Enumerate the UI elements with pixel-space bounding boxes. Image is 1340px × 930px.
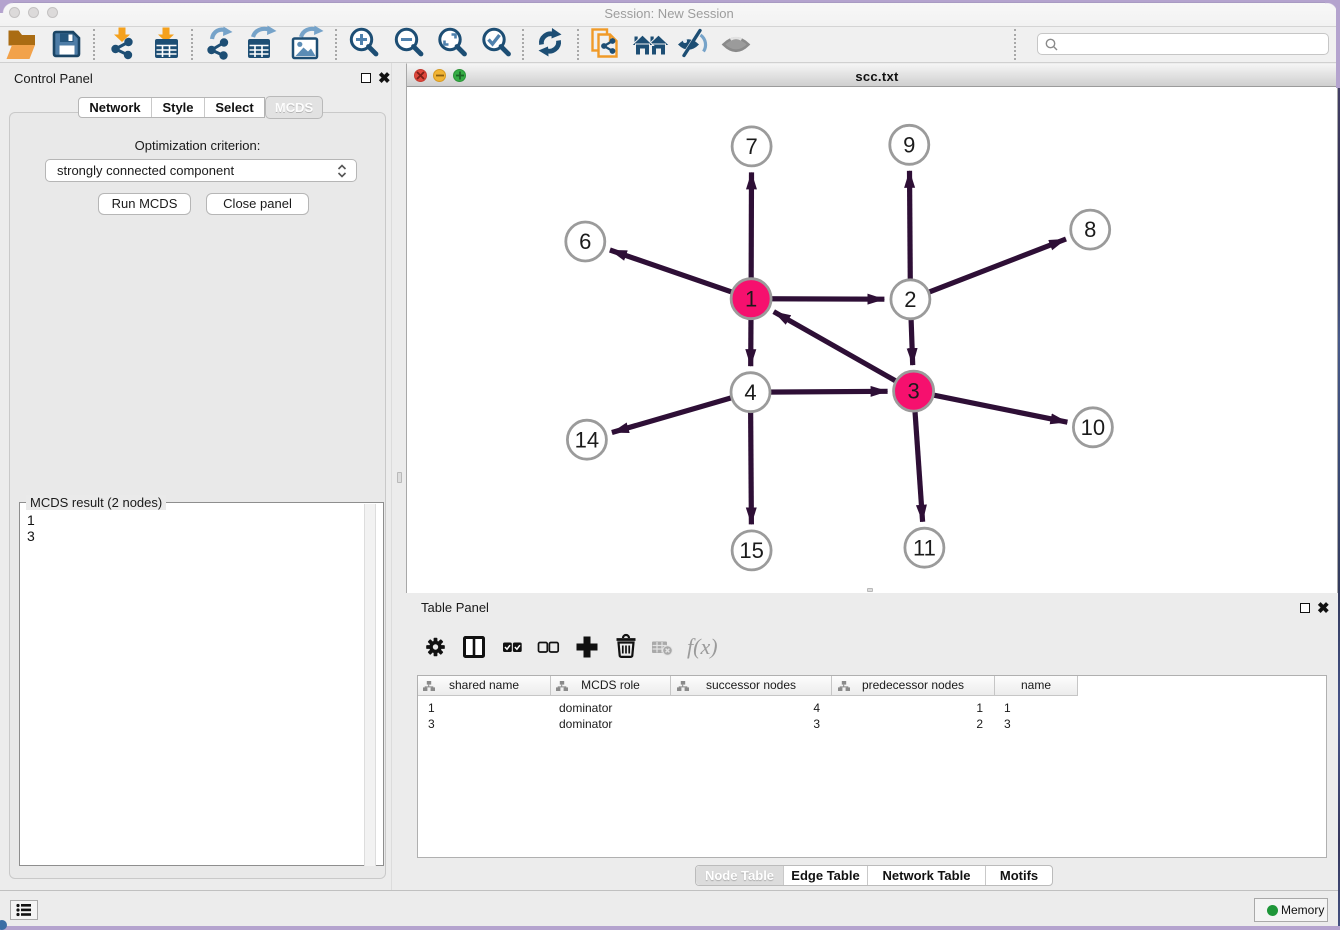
svg-text:3: 3 <box>907 379 919 404</box>
svg-text:15: 15 <box>739 538 763 563</box>
svg-text:2: 2 <box>904 287 916 312</box>
svg-text:9: 9 <box>903 132 915 157</box>
svg-text:10: 10 <box>1081 415 1105 440</box>
svg-text:4: 4 <box>744 380 756 405</box>
svg-text:8: 8 <box>1084 217 1096 242</box>
svg-text:6: 6 <box>579 229 591 254</box>
svg-text:f(x): f(x) <box>687 634 718 659</box>
svg-text:11: 11 <box>913 535 936 560</box>
svg-text:7: 7 <box>745 134 757 159</box>
svg-text:1: 1 <box>745 286 757 311</box>
svg-text:14: 14 <box>575 427 599 452</box>
